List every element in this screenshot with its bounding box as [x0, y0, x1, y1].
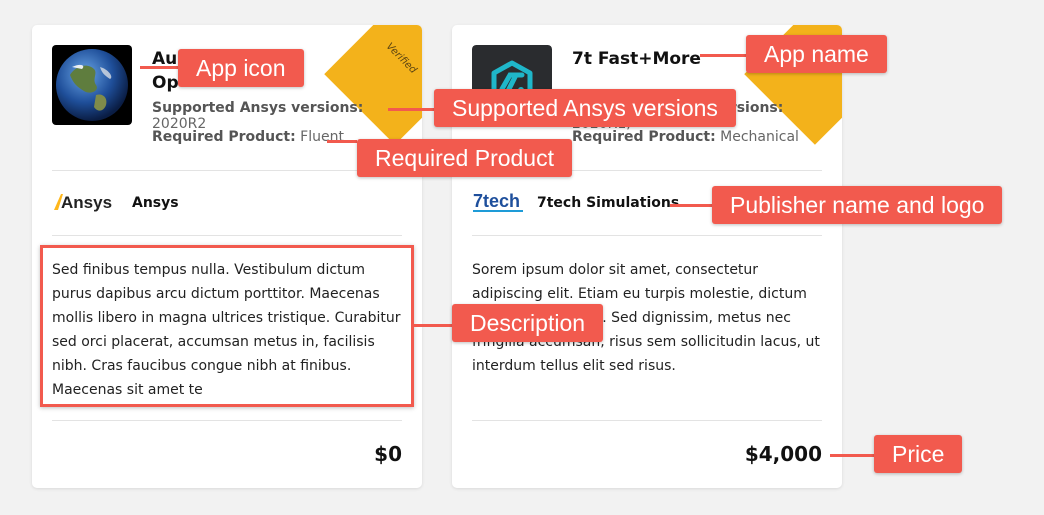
publisher-logo: Ansys — [52, 190, 122, 214]
publisher-callout: Publisher name and logo — [712, 186, 1003, 224]
required-product-label: Required Product: — [152, 129, 296, 145]
price-pointer — [830, 454, 874, 457]
description-callout: Description — [452, 304, 604, 342]
required-product: Required Product: Fluent — [152, 129, 344, 145]
app-name-pointer — [700, 54, 746, 57]
divider — [472, 235, 822, 236]
divider — [52, 235, 402, 236]
supported-versions: Supported Ansys versions: 2020R2 — [152, 100, 422, 132]
divider — [472, 420, 822, 421]
supported-versions-callout: Supported Ansys versions — [434, 89, 736, 127]
divider — [52, 420, 402, 421]
required-product-label: Required Product: — [572, 129, 716, 145]
app-icon-callout: App icon — [178, 49, 304, 87]
required-product-pointer — [327, 140, 357, 143]
supported-versions-pointer — [388, 108, 434, 111]
required-product-callout: Required Product — [357, 139, 572, 177]
divider — [52, 170, 402, 171]
publisher-pointer — [670, 204, 712, 207]
publisher-logo: 7tech — [472, 190, 528, 214]
publisher-name[interactable]: Ansys — [132, 195, 179, 211]
supported-versions-label: Supported Ansys versions: — [152, 100, 364, 116]
app-price: $4,000 — [744, 442, 822, 466]
7tech-logo-text: 7tech — [473, 191, 520, 211]
earth-icon — [52, 45, 132, 125]
price-callout: Price — [874, 435, 963, 473]
7tech-logo-icon: 7tech — [473, 191, 523, 212]
app-price: $0 — [374, 442, 402, 466]
ansys-logo-icon: Ansys — [54, 193, 112, 212]
app-icon[interactable] — [52, 45, 132, 125]
required-product: Required Product: Mechanical — [572, 129, 799, 145]
required-product-value: Mechanical — [720, 129, 799, 145]
description-highlight-box — [40, 245, 414, 407]
description-pointer — [412, 324, 452, 327]
app-name-callout: App name — [746, 35, 887, 73]
app-icon-pointer — [140, 66, 178, 69]
ansys-logo-text: Ansys — [61, 193, 112, 212]
publisher-name[interactable]: 7tech Simulations — [537, 195, 679, 211]
